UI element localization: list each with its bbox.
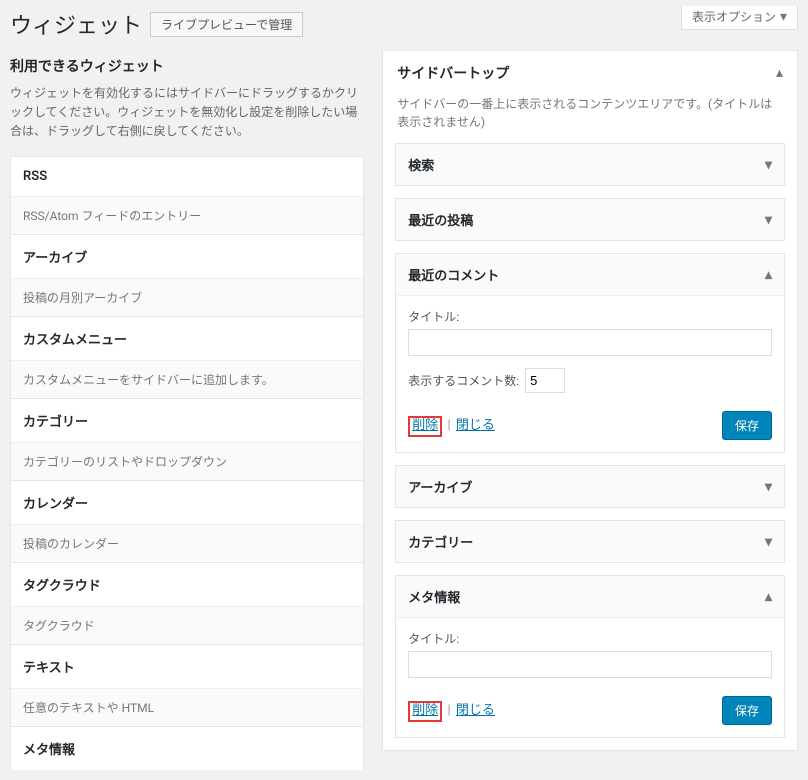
chevron-down-icon: ▾ — [765, 479, 772, 495]
screen-options-label: 表示オプション — [692, 8, 776, 25]
chevron-up-icon: ▴ — [776, 65, 783, 81]
placed-widget-title: アーカイブ — [408, 477, 472, 496]
delete-link[interactable]: 削除 — [412, 703, 438, 718]
available-widgets-help: ウィジェットを有効化するにはサイドバーにドラッグするかクリックしてください。ウィ… — [10, 84, 364, 142]
separator: | — [447, 418, 450, 433]
close-link[interactable]: 閉じる — [456, 703, 495, 718]
chevron-down-icon: ▾ — [765, 534, 772, 550]
title-label: タイトル: — [408, 308, 772, 325]
widget-title: カテゴリー — [11, 399, 363, 443]
widget-desc: カテゴリーのリストやドロップダウン — [11, 443, 363, 480]
chevron-up-icon: ▴ — [765, 589, 772, 605]
available-widget-rss[interactable]: RSS RSS/Atom フィードのエントリー — [10, 156, 364, 235]
widget-desc: 任意のテキストや HTML — [11, 689, 363, 726]
delete-highlight: 削除 — [408, 701, 442, 722]
placed-widget-title: メタ情報 — [408, 587, 460, 606]
available-widgets-list: RSS RSS/Atom フィードのエントリー アーカイブ 投稿の月別アーカイブ… — [10, 156, 364, 770]
placed-widget-toggle[interactable]: 検索 ▾ — [396, 144, 784, 185]
live-preview-button[interactable]: ライブプレビューで管理 — [150, 12, 303, 37]
sidebar-top-area: サイドバートップ ▴ サイドバーの一番上に表示されるコンテンツエリアです。(タイ… — [382, 50, 798, 751]
chevron-down-icon: ▾ — [765, 157, 772, 173]
delete-highlight: 削除 — [408, 416, 442, 437]
available-widget-calendar[interactable]: カレンダー 投稿のカレンダー — [10, 480, 364, 563]
count-input[interactable] — [525, 368, 565, 393]
title-label: タイトル: — [408, 630, 772, 647]
available-widget-text[interactable]: テキスト 任意のテキストや HTML — [10, 644, 364, 727]
widget-desc: タグクラウド — [11, 607, 363, 644]
chevron-down-icon: ▾ — [765, 212, 772, 228]
sidebar-top-title: サイドバートップ — [397, 63, 509, 83]
widget-title: カスタムメニュー — [11, 317, 363, 361]
available-widget-archive[interactable]: アーカイブ 投稿の月別アーカイブ — [10, 234, 364, 317]
placed-widget-toggle[interactable]: メタ情報 ▴ — [396, 576, 784, 617]
placed-widget-title: 最近のコメント — [408, 265, 499, 284]
available-widgets-heading: 利用できるウィジェット — [10, 56, 364, 76]
placed-widget-toggle[interactable]: 最近の投稿 ▾ — [396, 199, 784, 240]
page-title: ウィジェット — [10, 8, 142, 40]
available-widget-meta[interactable]: メタ情報 — [10, 726, 364, 770]
widget-desc: 投稿の月別アーカイブ — [11, 279, 363, 316]
available-widget-categories[interactable]: カテゴリー カテゴリーのリストやドロップダウン — [10, 398, 364, 481]
widget-desc: RSS/Atom フィードのエントリー — [11, 197, 363, 234]
placed-widget-toggle[interactable]: 最近のコメント ▴ — [396, 254, 784, 295]
screen-options-toggle[interactable]: 表示オプション ▾ — [681, 6, 798, 30]
placed-widget-toggle[interactable]: アーカイブ ▾ — [396, 466, 784, 507]
chevron-up-icon: ▴ — [765, 267, 772, 283]
placed-widget-toggle[interactable]: カテゴリー ▾ — [396, 521, 784, 562]
sidebar-top-header[interactable]: サイドバートップ ▴ — [383, 51, 797, 95]
widget-title: RSS — [11, 157, 363, 197]
widget-title: タグクラウド — [11, 563, 363, 607]
available-widget-custom-menu[interactable]: カスタムメニュー カスタムメニューをサイドバーに追加します。 — [10, 316, 364, 399]
placed-widget-meta: メタ情報 ▴ タイトル: 削除 | 閉じる — [395, 575, 785, 738]
widget-title: メタ情報 — [11, 727, 363, 770]
widget-title: カレンダー — [11, 481, 363, 525]
placed-widget-title: 検索 — [408, 155, 434, 174]
placed-widget-archive: アーカイブ ▾ — [395, 465, 785, 508]
count-label: 表示するコメント数: — [408, 372, 519, 389]
placed-widget-search: 検索 ▾ — [395, 143, 785, 186]
placed-widget-title: 最近の投稿 — [408, 210, 473, 229]
close-link[interactable]: 閉じる — [456, 418, 495, 433]
separator: | — [447, 703, 450, 718]
chevron-down-icon: ▾ — [780, 9, 787, 25]
title-input[interactable] — [408, 329, 772, 356]
available-widget-tag-cloud[interactable]: タグクラウド タグクラウド — [10, 562, 364, 645]
placed-widget-recent-comments: 最近のコメント ▴ タイトル: 表示するコメント数: — [395, 253, 785, 453]
widget-desc: カスタムメニューをサイドバーに追加します。 — [11, 361, 363, 398]
widget-title: テキスト — [11, 645, 363, 689]
placed-widget-title: カテゴリー — [408, 532, 473, 551]
widget-desc: 投稿のカレンダー — [11, 525, 363, 562]
placed-widget-recent-posts: 最近の投稿 ▾ — [395, 198, 785, 241]
title-input[interactable] — [408, 651, 772, 678]
placed-widget-categories: カテゴリー ▾ — [395, 520, 785, 563]
sidebar-top-desc: サイドバーの一番上に表示されるコンテンツエリアです。(タイトルは表示されません) — [383, 95, 797, 143]
delete-link[interactable]: 削除 — [412, 418, 438, 433]
widget-title: アーカイブ — [11, 235, 363, 279]
save-button[interactable]: 保存 — [722, 411, 772, 440]
